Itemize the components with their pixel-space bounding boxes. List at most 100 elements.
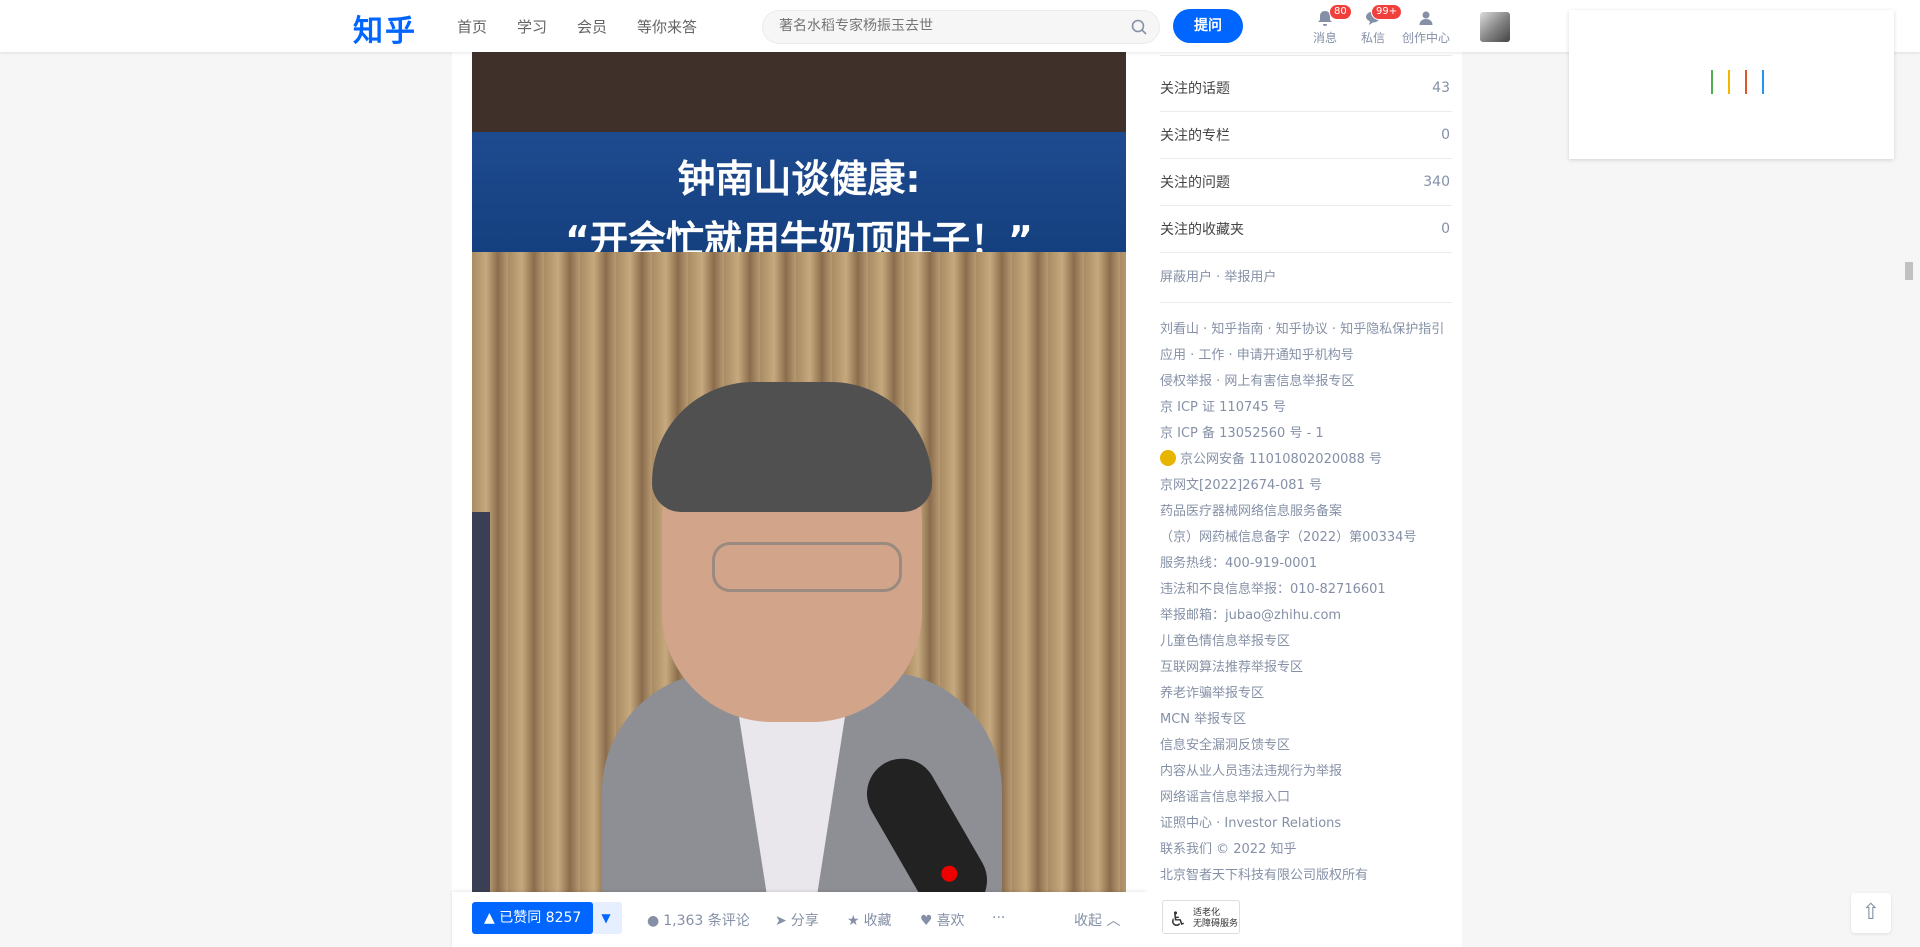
video-top-strip <box>472 52 1126 132</box>
search-input[interactable] <box>779 18 1099 34</box>
creator-center-label: 创作中心 <box>1401 31 1450 45</box>
footer-link[interactable]: 证照中心 · Investor Relations <box>1160 811 1460 837</box>
accessibility-button[interactable]: ♿ 适老化 无障碍服务 <box>1162 900 1240 934</box>
messages-button[interactable]: 99+ 私信 <box>1353 4 1403 46</box>
footer-text: 北京智者天下科技有限公司版权所有 <box>1160 868 1369 883</box>
sidebar-row-columns[interactable]: 关注的专栏 0 <box>1160 112 1452 159</box>
sidebar-row-topics[interactable]: 关注的话题 43 <box>1160 65 1452 112</box>
footer-link[interactable]: 养老诈骗举报专区 <box>1160 681 1460 707</box>
scrollbar-thumb[interactable] <box>1905 262 1913 280</box>
loader-bar <box>1762 70 1765 94</box>
footer-link[interactable]: 内容从业人员违法违规行为举报 <box>1160 759 1460 785</box>
message-badge: 99+ <box>1371 4 1403 20</box>
footer-link[interactable]: （京）网药械信息备字（2022）第00334号 <box>1160 525 1460 551</box>
ask-question-button[interactable]: 提问 <box>1173 9 1243 43</box>
nav-home[interactable]: 首页 <box>457 16 487 37</box>
comment-icon: ● <box>647 913 660 929</box>
profile-sidebar: 关注的话题 43 关注的专栏 0 关注的问题 340 关注的收藏夹 0 屏蔽用户… <box>1146 52 1462 947</box>
accessibility-line-2: 无障碍服务 <box>1193 919 1239 929</box>
footer-link[interactable]: 京 ICP 备 13052560 号 - 1 <box>1160 421 1460 447</box>
footer-text: 服务热线：400-919-0001 <box>1160 556 1318 571</box>
search-icon[interactable] <box>1131 19 1147 39</box>
footer-link[interactable]: 京 ICP 证 110745 号 <box>1160 395 1460 421</box>
nav-learn[interactable]: 学习 <box>517 16 547 37</box>
footer-text: 举报邮箱：jubao@zhihu.com <box>1160 608 1342 623</box>
loader-bar <box>1728 70 1731 94</box>
row-label: 关注的话题 <box>1160 81 1230 97</box>
back-to-top-button[interactable]: ⇧ <box>1851 893 1891 933</box>
chevron-up-icon: ︿ <box>1106 913 1121 929</box>
site-footer: 刘看山 · 知乎指南 · 知乎协议 · 知乎隐私保护指引 应用 · 工作 · 申… <box>1160 317 1460 889</box>
like-label: 喜欢 <box>936 913 965 929</box>
arrow-up-icon: ⇧ <box>1861 900 1881 925</box>
notifications-button[interactable]: 80 消息 <box>1305 4 1352 46</box>
sidebar-row-questions[interactable]: 关注的问题 340 <box>1160 159 1452 206</box>
footer-link[interactable]: 儿童色情信息举报专区 <box>1160 629 1460 655</box>
footer-police-record[interactable]: 京公网安备 11010802020088 号 <box>1160 447 1460 473</box>
heart-icon: ♥ <box>920 913 933 929</box>
comments-label: 1,363 条评论 <box>663 913 750 929</box>
footer-link[interactable]: 信息安全漏洞反馈专区 <box>1160 733 1460 759</box>
share-button[interactable]: ➤ 分享 <box>775 910 819 930</box>
like-button[interactable]: ♥ 喜欢 <box>920 910 965 930</box>
main-nav: 首页 学习 会员 等你来答 <box>457 16 697 37</box>
row-label: 关注的专栏 <box>1160 128 1230 144</box>
loading-spinner <box>1711 70 1774 98</box>
user-avatar[interactable] <box>1480 12 1510 42</box>
row-label: 关注的收藏夹 <box>1160 222 1244 238</box>
footer-link[interactable]: 网络谣言信息举报入口 <box>1160 785 1460 811</box>
favorite-label: 收藏 <box>863 913 892 929</box>
footer-link[interactable]: 互联网算法推荐举报专区 <box>1160 655 1460 681</box>
messages-label: 私信 <box>1360 31 1385 45</box>
row-count: 43 <box>1432 80 1450 96</box>
star-icon: ★ <box>847 913 860 929</box>
footer-link[interactable]: 侵权举报 · 网上有害信息举报专区 <box>1160 369 1460 395</box>
footer-link[interactable]: 药品医疗器械网络信息服务备案 <box>1160 499 1460 525</box>
video-title-line-1: 钟南山谈健康: <box>677 157 921 201</box>
notifications-label: 消息 <box>1312 31 1337 45</box>
comments-button[interactable]: ● 1,363 条评论 <box>647 910 750 930</box>
nav-vip[interactable]: 会员 <box>577 16 607 37</box>
loader-bar <box>1745 70 1748 94</box>
row-count: 0 <box>1441 221 1450 237</box>
video-title-banner: 钟南山谈健康: “开会忙就用牛奶顶肚子！” <box>472 132 1126 262</box>
footer-link[interactable]: 应用 · 工作 · 申请开通知乎机构号 <box>1160 343 1460 369</box>
footer-link[interactable]: 京网文[2022]2674-081 号 <box>1160 473 1460 499</box>
upvote-button[interactable]: ▲ 已赞同 8257 <box>472 902 594 934</box>
creator-icon <box>1400 10 1452 26</box>
favorite-button[interactable]: ★ 收藏 <box>847 910 892 930</box>
police-badge-icon <box>1160 450 1176 466</box>
block-report-links[interactable]: 屏蔽用户 · 举报用户 <box>1160 253 1452 303</box>
accessibility-label: 适老化 无障碍服务 <box>1193 908 1238 930</box>
paper-plane-icon: ➤ <box>775 913 787 929</box>
footer-link[interactable]: MCN 举报专区 <box>1160 707 1460 733</box>
footer-link[interactable]: 联系我们 © 2022 知乎 <box>1160 837 1460 863</box>
speaker-glasses <box>712 542 902 592</box>
answer-video[interactable]: 钟南山谈健康: “开会忙就用牛奶顶肚子！” <box>472 52 1126 892</box>
zhihu-logo[interactable]: 知乎 <box>353 6 417 50</box>
sidebar-divider <box>1160 52 1452 56</box>
downvote-button[interactable]: ▼ <box>590 902 622 934</box>
collapse-button[interactable]: 收起 ︿ <box>1074 910 1120 930</box>
accessibility-line-1: 适老化 <box>1193 908 1221 918</box>
loader-bar <box>1711 70 1713 94</box>
row-count: 0 <box>1441 127 1450 143</box>
speaker-hair <box>652 382 932 512</box>
mic-light <box>938 862 961 885</box>
notification-badge: 80 <box>1329 4 1352 20</box>
answer-card: 钟南山谈健康: “开会忙就用牛奶顶肚子！” ▲ 已赞同 8257 ▼ ● 1,36… <box>452 52 1146 947</box>
row-label: 关注的问题 <box>1160 175 1230 191</box>
answer-action-bar: ▲ 已赞同 8257 ▼ ● 1,363 条评论 ➤ 分享 ★ 收藏 ♥ 喜欢 ··· … <box>452 892 1146 947</box>
more-button[interactable]: ··· <box>992 910 1005 926</box>
sidebar-row-collections[interactable]: 关注的收藏夹 0 <box>1160 206 1452 253</box>
footer-text: 违法和不良信息举报：010-82716601 <box>1160 582 1386 597</box>
collapse-label: 收起 <box>1074 913 1102 929</box>
nav-answer[interactable]: 等你来答 <box>637 16 697 37</box>
video-chair <box>472 512 490 892</box>
footer-link[interactable]: 刘看山 · 知乎指南 · 知乎协议 · 知乎隐私保护指引 <box>1160 317 1460 343</box>
loading-popup <box>1569 10 1894 159</box>
creator-center-button[interactable]: 创作中心 <box>1400 10 1452 46</box>
wheelchair-icon: ♿ <box>1169 907 1187 931</box>
police-record-label: 京公网安备 11010802020088 号 <box>1180 452 1383 467</box>
search-box <box>762 10 1160 44</box>
